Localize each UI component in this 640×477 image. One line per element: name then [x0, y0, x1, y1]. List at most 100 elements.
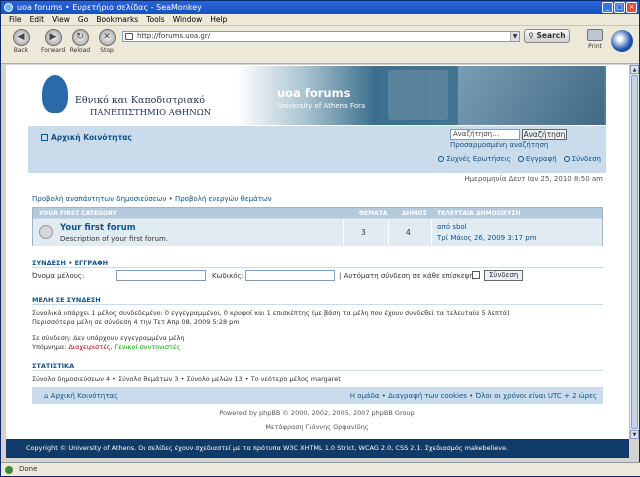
column-divider	[431, 219, 432, 246]
scroll-up-icon[interactable]: ▲	[630, 65, 639, 74]
close-window-button[interactable]: ×	[626, 2, 637, 13]
back-label: Back	[13, 47, 29, 54]
password-label: Κωδικός:	[212, 272, 244, 280]
forum-posts-count: 4	[406, 228, 411, 237]
legend: Υπόμνημα: Διαχειριστές, Γενικοί συντονισ…	[32, 343, 181, 351]
last-post-date: Τρί Μάιος 26, 2009 3:17 pm	[437, 234, 537, 242]
printer-icon	[587, 29, 603, 41]
title-bar: uoa forums • Ευρετήριο σελίδας - SeaMonk…	[1, 1, 639, 14]
stop-button[interactable]: ✕ Stop	[95, 29, 119, 54]
menu-bar: File Edit View Go Bookmarks Tools Window…	[1, 14, 639, 26]
back-arrow-icon: ◀	[12, 29, 30, 46]
menu-go[interactable]: Go	[78, 14, 88, 25]
menu-tools[interactable]: Tools	[146, 14, 164, 25]
url-bar[interactable]: http://forums.uoa.gr/ ▼	[122, 31, 520, 42]
faq-link[interactable]: Συχνές Ερωτήσεις	[438, 155, 511, 163]
page-icon	[125, 33, 133, 40]
login-submit-button[interactable]: Σύνδεση	[484, 270, 524, 281]
stats-line: Σύνολο δημοσιεύσεων 4 • Σύνολο θεμάτων 3…	[32, 375, 341, 383]
username-label: Όνομα μέλους:	[32, 272, 85, 280]
forum-title-link[interactable]: Your first forum	[60, 223, 136, 233]
remember-me-checkbox[interactable]	[472, 271, 480, 279]
footer-home-label: Αρχική Κοινότητας	[50, 392, 119, 400]
online-record: Περισσότερα μέλη σε σύνδεση 4 την Τετ Απ…	[32, 318, 240, 326]
last-post-author[interactable]: από sbol	[437, 223, 467, 231]
forum-subtitle: University of Athens Fora	[277, 102, 366, 110]
browser-window: uoa forums • Ευρετήριο σελίδας - SeaMonk…	[0, 0, 640, 477]
maximize-button[interactable]: □	[614, 2, 625, 13]
site-banner: Εθνικό και Καποδιστριακό ΠΑΝΕΠΙΣΤΗΜΙΟ ΑΘ…	[28, 66, 606, 125]
translation-credit: Μετάφραση Γιάννης Ορφανίδης	[265, 423, 369, 431]
search-icon: ⚲	[528, 31, 537, 40]
faq-icon	[438, 156, 445, 162]
advanced-search-link[interactable]: Προσαρμοσμένη αναζήτηση	[450, 141, 548, 149]
window-title: uoa forums • Ευρετήριο σελίδας - SeaMonk…	[17, 3, 202, 12]
seamonkey-icon	[4, 3, 13, 12]
legend-admins-link[interactable]: Διαχειριστές	[68, 343, 110, 351]
login-link[interactable]: Σύνδεση	[563, 155, 601, 163]
back-button[interactable]: ◀ Back	[9, 29, 33, 54]
menu-view[interactable]: View	[52, 14, 70, 25]
forum-name: uoa forums	[277, 86, 351, 100]
menu-help[interactable]: Help	[210, 14, 227, 25]
divider	[32, 304, 603, 305]
reload-label: Reload	[69, 47, 91, 54]
current-date: Ημερομηνία Δευτ Ιαν 25, 2010 8:50 am	[464, 175, 603, 183]
page-viewport: Εθνικό και Καποδιστριακό ΠΑΝΕΠΙΣΤΗΜΙΟ ΑΘ…	[6, 65, 629, 439]
powered-by: Powered by phpBB © 2000, 2002, 2005, 200…	[219, 409, 415, 417]
topics-column-header: ΘΕΜΑΤΑ	[359, 210, 388, 217]
login-section-title[interactable]: ΣΥΝΔΕΣΗ • ΕΓΓΡΑΦΗ	[32, 259, 108, 267]
last-post-column-header: ΤΕΛΕΥΤΑΙΑ ΔΗΜΟΣΙΕΥΣΗ	[437, 210, 521, 217]
url-text: http://forums.uoa.gr/	[137, 32, 211, 40]
view-links[interactable]: Προβολή αναπάντητων δημοσιεύσεων • Προβο…	[32, 195, 272, 203]
menu-edit[interactable]: Edit	[30, 14, 45, 25]
scroll-down-icon[interactable]: ▼	[630, 430, 639, 439]
footer-links[interactable]: Η ομάδα • Διαγραφή των cookies • Όλοι οι…	[350, 392, 597, 400]
category-header: YOUR FIRST CATEGORY ΘΕΜΑΤΑ ΔΗΜΟΣ ΤΕΛΕΥΤΑ…	[33, 208, 602, 218]
print-button[interactable]: Print	[584, 29, 606, 50]
divider	[32, 370, 603, 371]
online-summary: Συνολικά υπάρχει 1 μέλος συνδεδεμένο: 0 …	[32, 309, 510, 317]
menu-window[interactable]: Window	[173, 14, 203, 25]
vertical-scrollbar[interactable]: ▲ ▼	[629, 65, 639, 439]
register-icon	[517, 156, 524, 162]
legend-moderators-link[interactable]: Γενικοί συντονιστές	[115, 343, 181, 351]
category-name[interactable]: YOUR FIRST CATEGORY	[39, 210, 117, 217]
online-section-title: ΜΕΛΗ ΣΕ ΣΥΝΔΕΣΗ	[32, 296, 101, 304]
university-name-line2: ΠΑΝΕΠΙΣΤΗΜΙΟ ΑΘΗΝΩΝ	[90, 108, 212, 118]
reload-button[interactable]: ↻ Reload	[68, 29, 92, 54]
university-name-line1: Εθνικό και Καποδιστριακό	[75, 95, 205, 106]
forward-button[interactable]: ▶ Forward	[41, 29, 65, 54]
online-members: Σε σύνδεση: Δεν υπάρχουν εγγεγραμμένα μέ…	[32, 334, 185, 342]
forum-search-button[interactable]: Αναζήτηση	[522, 129, 567, 140]
column-divider	[388, 219, 389, 246]
url-dropdown-icon[interactable]: ▼	[510, 32, 519, 41]
banner-photo	[458, 66, 604, 125]
search-label: Search	[536, 31, 566, 40]
banner-photo	[388, 70, 448, 120]
footer-home-link[interactable]: ⌂ Αρχική Κοινότητας	[44, 392, 118, 400]
home-link[interactable]: Αρχική Κοινότητας	[41, 133, 132, 142]
forum-description: Description of your first forum.	[60, 235, 169, 243]
search-button[interactable]: ⚲ Search	[524, 29, 570, 43]
register-link[interactable]: Εγγραφή	[517, 155, 557, 163]
university-seal-logo[interactable]	[42, 75, 68, 113]
username-input[interactable]	[116, 270, 206, 281]
throbber-icon[interactable]	[611, 30, 633, 52]
forum-header: Αρχική Κοινότητας Αναζήτηση… Αναζήτηση Π…	[28, 125, 606, 173]
forward-label: Forward	[41, 47, 66, 54]
status-icon	[5, 466, 13, 474]
forum-row: Your first forum Description of your fir…	[33, 219, 602, 246]
forum-table: YOUR FIRST CATEGORY ΘΕΜΑΤΑ ΔΗΜΟΣ ΤΕΛΕΥΤΑ…	[32, 207, 603, 246]
menu-bookmarks[interactable]: Bookmarks	[96, 14, 138, 25]
menu-file[interactable]: File	[9, 14, 22, 25]
forward-arrow-icon: ▶	[44, 29, 62, 46]
footer-nav: ⌂ Αρχική Κοινότητας Η ομάδα • Διαγραφή τ…	[32, 387, 603, 404]
password-input[interactable]	[245, 270, 335, 281]
legend-label: Υπόμνημα:	[32, 343, 67, 351]
login-icon	[563, 156, 570, 162]
forum-search-input[interactable]: Αναζήτηση…	[450, 129, 520, 140]
stop-label: Stop	[100, 47, 114, 54]
scroll-thumb[interactable]	[631, 75, 638, 429]
minimize-button[interactable]: _	[602, 2, 613, 13]
